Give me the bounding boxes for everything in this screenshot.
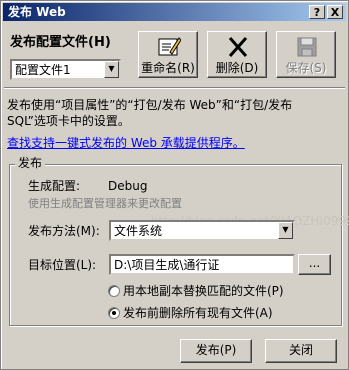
profile-select-value: 配置文件1: [15, 63, 71, 77]
rename-label: 重命名(R): [141, 61, 195, 75]
profile-select[interactable]: 配置文件1 ▼: [10, 59, 121, 80]
build-config-hint: 使用生成配置管理器来更改配置: [28, 197, 182, 210]
publish-method-select[interactable]: 文件系统 ▼: [109, 220, 295, 241]
build-config-label: 生成配置:: [28, 179, 81, 193]
close-button[interactable]: 关闭: [265, 339, 337, 363]
close-window-button[interactable]: X: [327, 5, 343, 19]
divider: [4, 87, 345, 89]
delete-label: 删除(D): [215, 61, 259, 75]
chevron-down-icon[interactable]: ▼: [104, 61, 119, 78]
target-location-label: 目标位置(L):: [28, 258, 97, 272]
publish-method-label: 发布方法(M):: [28, 224, 100, 238]
radio-replace-label: 用本地副本替换匹配的文件(P): [123, 284, 284, 298]
browse-button[interactable]: ...: [298, 254, 331, 275]
profile-label: 发布配置文件(H): [10, 35, 111, 50]
save-label: 保存(S): [285, 61, 327, 75]
description-line-2: SQL”选项卡中的设置。: [7, 114, 130, 128]
radio-selected-dot: [112, 311, 116, 315]
hosting-providers-link[interactable]: 查找支持一键式发布的 Web 承载提供程序。: [7, 136, 245, 150]
save-button[interactable]: 保存(S): [276, 31, 336, 78]
title-bar: 发布 Web ? X: [3, 3, 346, 21]
window-title: 发布 Web: [8, 5, 66, 19]
delete-button[interactable]: 删除(D): [207, 31, 267, 78]
radio-delete-existing[interactable]: [108, 307, 120, 319]
delete-x-icon: [228, 37, 248, 57]
publish-web-dialog: 发布 Web ? X 发布配置文件(H) 配置文件1 ▼ 重命名(R) 删除(D…: [0, 0, 349, 370]
help-button[interactable]: ?: [309, 5, 325, 19]
rename-button[interactable]: 重命名(R): [138, 31, 198, 78]
target-location-input[interactable]: D:\项目生成\通行证: [109, 254, 295, 275]
publish-group-title: 发布: [15, 156, 46, 170]
build-config-value: Debug: [108, 179, 148, 193]
publish-method-value: 文件系统: [114, 224, 163, 238]
radio-replace-matching[interactable]: [108, 285, 120, 297]
chevron-down-icon[interactable]: ▼: [278, 222, 293, 239]
rename-icon: [158, 37, 181, 56]
save-disk-icon: [297, 37, 317, 57]
publish-button[interactable]: 发布(P): [180, 339, 252, 363]
target-location-value: D:\项目生成\通行证: [114, 258, 220, 272]
radio-delete-label: 发布前删除所有现有文件(A): [123, 306, 273, 320]
description-line-1: 发布使用“项目属性”的“打包/发布 Web”和“打包/发布: [7, 98, 293, 112]
